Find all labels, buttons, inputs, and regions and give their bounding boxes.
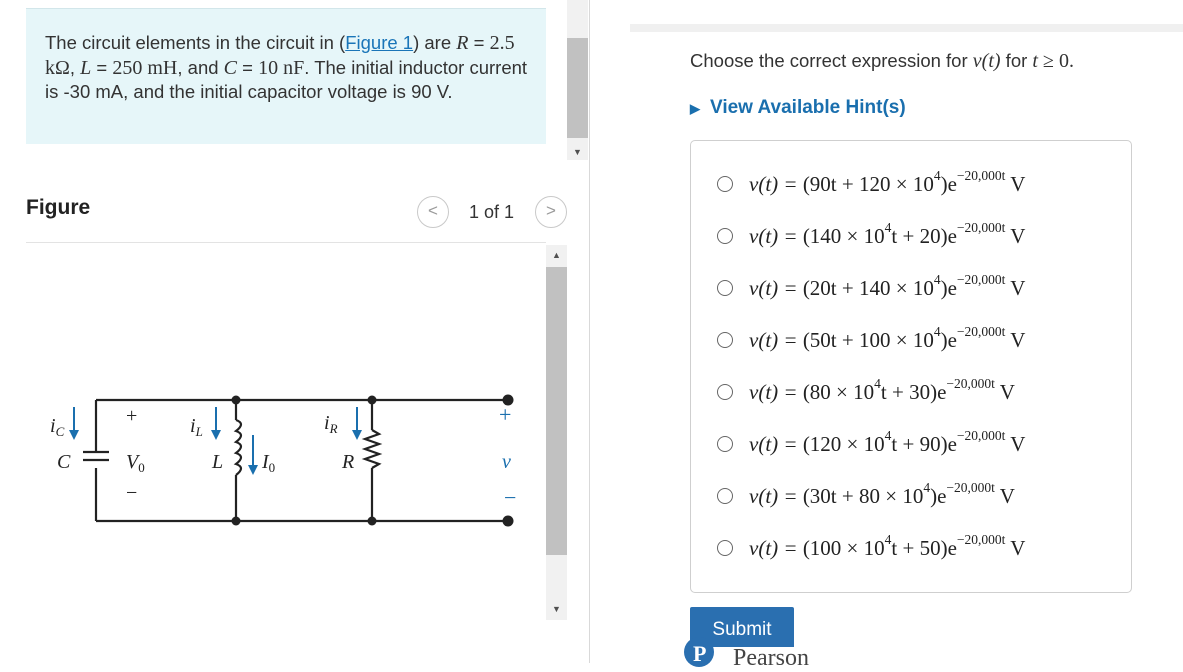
ir-label: iR [324, 412, 338, 436]
figure-scrollbar-thumb[interactable] [546, 267, 567, 555]
scroll-up-icon[interactable]: ▲ [546, 247, 567, 263]
radio-button[interactable] [717, 176, 733, 192]
hint-label: View Available Hint(s) [710, 97, 906, 118]
radio-button[interactable] [717, 384, 733, 400]
question-middle: for [1000, 50, 1033, 71]
v0-plus-sign: + [126, 405, 137, 427]
next-figure-button[interactable]: > [535, 196, 567, 228]
choice-option[interactable]: v(t) = (50t + 100 × 104)e−20,000t V [717, 323, 1025, 357]
question-header-band [630, 24, 1183, 32]
question-prompt: Choose the correct expression for v(t) f… [690, 50, 1074, 73]
question-expression: v(t) [972, 50, 1001, 72]
choice-label: v(t) = (140 × 104t + 20)e−20,000t V [749, 220, 1026, 248]
radio-button[interactable] [717, 436, 733, 452]
v0-minus-sign: − [126, 482, 137, 504]
chevron-right-icon: > [546, 201, 556, 220]
radio-button[interactable] [717, 228, 733, 244]
answer-choices: v(t) = (90t + 120 × 104)e−20,000t V v(t)… [690, 140, 1132, 593]
view-hints-toggle[interactable]: ▶ View Available Hint(s) [690, 97, 906, 119]
choice-option[interactable]: v(t) = (20t + 140 × 104)e−20,000t V [717, 271, 1025, 305]
figure-divider [26, 242, 546, 243]
figure-scrollbar[interactable]: ▲ ▼ [546, 245, 567, 620]
c-value: 10 nF [258, 56, 305, 79]
v-label: v [502, 451, 511, 473]
radio-button[interactable] [717, 280, 733, 296]
scroll-down-icon[interactable]: ▼ [567, 144, 588, 160]
inductor-label: L [211, 451, 223, 473]
figure-heading: Figure [26, 196, 91, 219]
previous-figure-button[interactable]: < [417, 196, 449, 228]
problem-statement-box: The circuit elements in the circuit in (… [26, 8, 546, 144]
choice-option[interactable]: v(t) = (140 × 104t + 20)e−20,000t V [717, 219, 1025, 253]
radio-button[interactable] [717, 332, 733, 348]
figure-page-counter: 1 of 1 [469, 202, 515, 222]
capacitor-label: C [57, 451, 71, 473]
choice-option[interactable]: v(t) = (80 × 104t + 30)e−20,000t V [717, 375, 1015, 409]
choice-label: v(t) = (90t + 120 × 104)e−20,000t V [749, 168, 1026, 196]
figure-link[interactable]: Figure 1 [345, 32, 413, 53]
choice-label: v(t) = (120 × 104t + 90)e−20,000t V [749, 428, 1026, 456]
radio-button[interactable] [717, 488, 733, 504]
il-label: iL [190, 415, 203, 439]
pearson-brand-name: Pearson [733, 645, 809, 671]
choice-label: v(t) = (20t + 140 × 104)e−20,000t V [749, 272, 1026, 300]
i0-label: I0 [261, 451, 275, 475]
panel-divider [589, 0, 590, 663]
c-symbol: C [223, 56, 238, 79]
choice-option[interactable]: v(t) = (100 × 104t + 50)e−20,000t V [717, 531, 1025, 565]
ic-label: iC [50, 415, 65, 439]
resistor-label: R [341, 451, 354, 473]
scroll-down-icon[interactable]: ▼ [546, 601, 567, 617]
svg-text:P: P [693, 641, 706, 666]
choice-label: v(t) = (100 × 104t + 50)e−20,000t V [749, 532, 1026, 560]
v-plus-sign: + [499, 402, 511, 427]
l-symbol: L [80, 56, 92, 79]
choice-label: v(t) = (50t + 100 × 104)e−20,000t V [749, 324, 1026, 352]
choice-label: v(t) = (30t + 80 × 104)e−20,000t V [749, 480, 1015, 508]
question-prefix: Choose the correct expression for [690, 50, 973, 71]
problem-scrollbar[interactable]: ▼ [567, 0, 588, 160]
problem-link-suffix: ) are [413, 32, 457, 53]
v0-label: V0 [126, 451, 145, 475]
question-condition: ≥ 0. [1037, 50, 1074, 72]
l-value: 250 mH [112, 56, 178, 79]
choice-option[interactable]: v(t) = (90t + 120 × 104)e−20,000t V [717, 167, 1025, 201]
v-minus-sign: − [504, 485, 516, 510]
circuit-diagram: iC C + V0 − iL L I0 iR R + v − [50, 394, 516, 527]
problem-intro: The circuit elements in the circuit in ( [45, 32, 346, 53]
r-symbol: R [456, 32, 469, 54]
caret-right-icon: ▶ [690, 101, 700, 116]
problem-scrollbar-thumb[interactable] [567, 38, 588, 138]
choice-option[interactable]: v(t) = (120 × 104t + 90)e−20,000t V [717, 427, 1025, 461]
chevron-left-icon: < [428, 201, 438, 220]
choice-option[interactable]: v(t) = (30t + 80 × 104)e−20,000t V [717, 479, 1015, 513]
radio-button[interactable] [717, 540, 733, 556]
choice-label: v(t) = (80 × 104t + 30)e−20,000t V [749, 376, 1015, 404]
problem-text: The circuit elements in the circuit in (… [45, 32, 528, 102]
